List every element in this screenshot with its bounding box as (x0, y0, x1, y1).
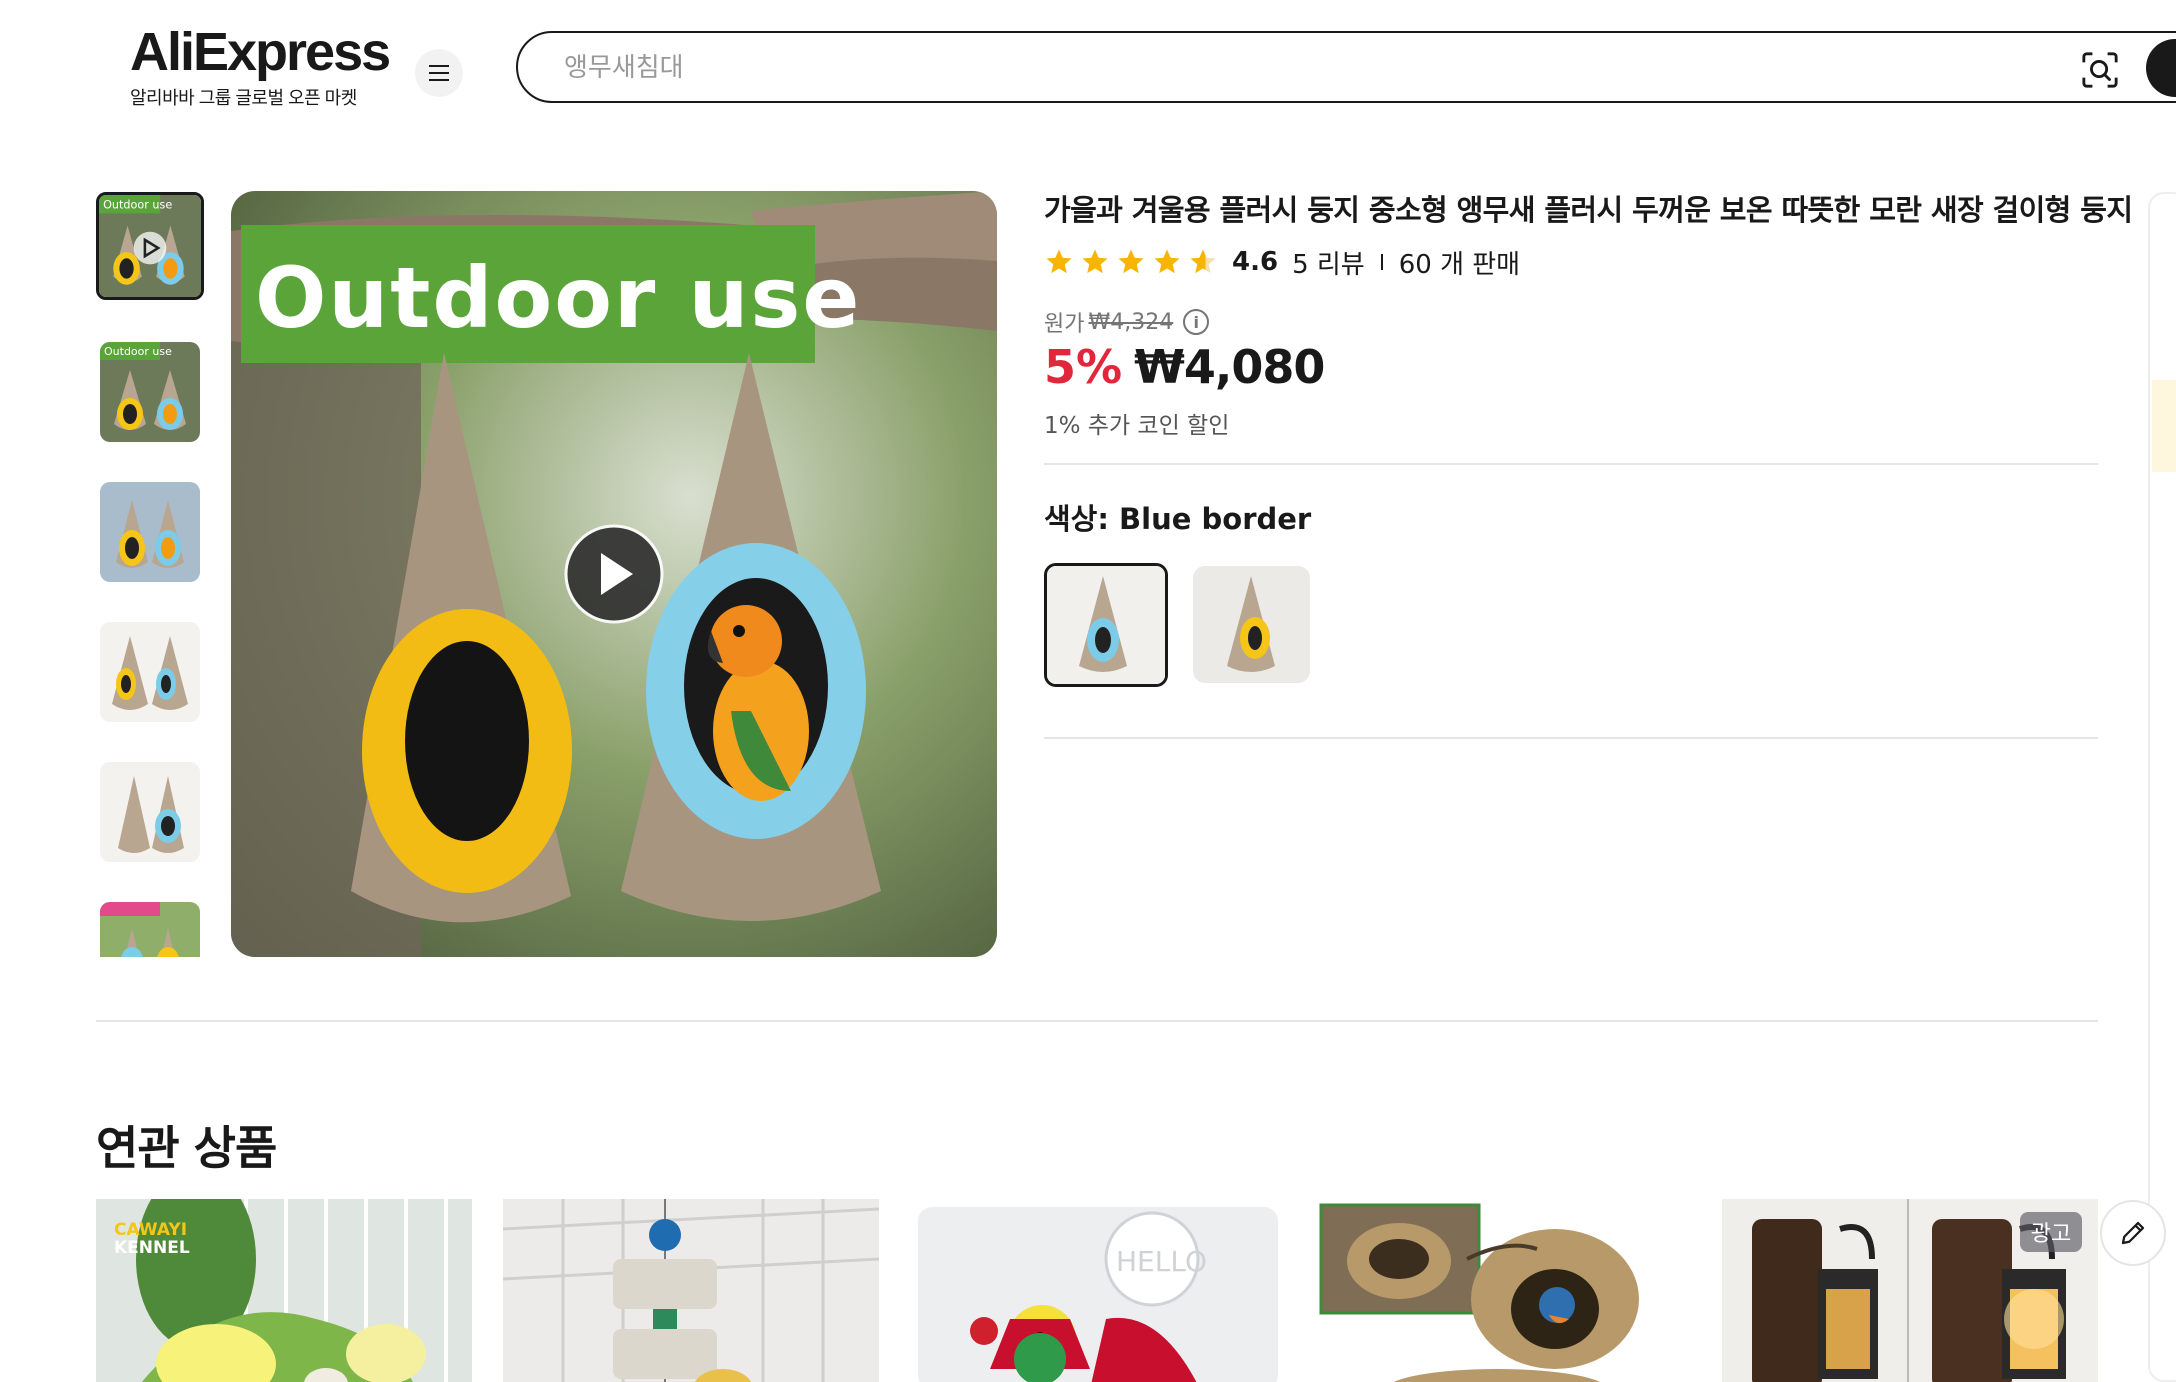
divider (96, 1020, 2098, 1022)
menu-icon[interactable] (415, 49, 463, 97)
color-option-yellow-border[interactable] (1193, 566, 1310, 683)
related-product-card[interactable]: HELLO (910, 1199, 1286, 1382)
sold-count: 60 개 판매 (1398, 249, 1521, 280)
star-half-icon (1190, 249, 1216, 274)
image-search-icon[interactable] (2081, 51, 2119, 89)
thumbnail-video[interactable]: Outdoor use (96, 192, 204, 300)
thumbnail-2[interactable]: Outdoor use (100, 342, 200, 442)
star-icon (1082, 249, 1108, 274)
divider (1044, 737, 2098, 739)
thumb-caption: Outdoor use (103, 198, 172, 211)
card-brand: KENNEL (114, 1238, 190, 1258)
ad-badge: 광고 (2020, 1212, 2082, 1252)
side-panel-edge (2148, 192, 2176, 1382)
card-text: HELLO (1116, 1245, 1207, 1278)
card-brand: CAWAYI (114, 1220, 187, 1240)
search-bar (516, 31, 2176, 103)
divider (1380, 254, 1383, 270)
product-title: 가을과 겨울용 플러시 둥지 중소형 앵무새 플러시 두꺼운 보온 따뜻한 모란… (1044, 193, 2133, 227)
rating-value: 4.6 (1232, 247, 1279, 277)
main-image-caption: Outdoor use (255, 249, 861, 347)
thumbnail-6[interactable] (100, 902, 200, 957)
aliexpress-logo[interactable]: AliExpress 알리바바 그룹 글로벌 오픈 마켓 (130, 22, 391, 110)
thumb-caption: Outdoor use (104, 345, 172, 358)
rating-stars (1044, 247, 1218, 277)
color-option-blue-border[interactable] (1044, 563, 1168, 687)
original-price-row: 원가 ₩4,324 i (1044, 306, 1210, 338)
thumbnail-4[interactable] (100, 622, 200, 722)
star-icon (1154, 249, 1180, 274)
review-count[interactable]: 5 리뷰 (1292, 244, 1365, 281)
main-product-image[interactable]: Outdoor use (231, 191, 997, 957)
related-products-title: 연관 상품 (96, 1121, 277, 1175)
coin-discount: 1% 추가 코인 할인 (1044, 413, 1230, 439)
info-icon[interactable]: i (1183, 309, 1210, 335)
star-icon (1046, 249, 1072, 274)
discount-percent: 5% (1044, 340, 1123, 394)
star-icon (1118, 249, 1144, 274)
original-price-label: 원가 (1044, 312, 1085, 337)
related-product-card[interactable] (503, 1199, 879, 1382)
color-label: 색상: Blue border (1044, 502, 1312, 536)
related-product-card[interactable] (1317, 1199, 1693, 1382)
search-input[interactable] (564, 50, 1964, 86)
original-price: ₩4,324 (1088, 309, 1174, 335)
thumbnail-5[interactable] (100, 762, 200, 862)
logo-subtitle: 알리바바 그룹 글로벌 오픈 마켓 (130, 88, 357, 108)
logo-wordmark: AliExpress (130, 22, 391, 82)
thumbnail-3[interactable] (100, 482, 200, 582)
edit-icon[interactable] (2100, 1200, 2166, 1266)
price-row: 5% ₩4,080 (1044, 340, 1325, 394)
divider (1044, 463, 2098, 465)
related-product-card[interactable]: CAWAYI KENNEL (96, 1199, 472, 1382)
thumbnail-list: Outdoor use Outdoor use (96, 192, 206, 957)
page: AliExpress 알리바바 그룹 글로벌 오픈 마켓 Outdoor use (0, 0, 2176, 1382)
sale-price: ₩4,080 (1134, 340, 1325, 394)
rating-row[interactable]: 4.6 5 리뷰 60 개 판매 (1044, 244, 1520, 280)
search-button[interactable] (2146, 39, 2176, 97)
